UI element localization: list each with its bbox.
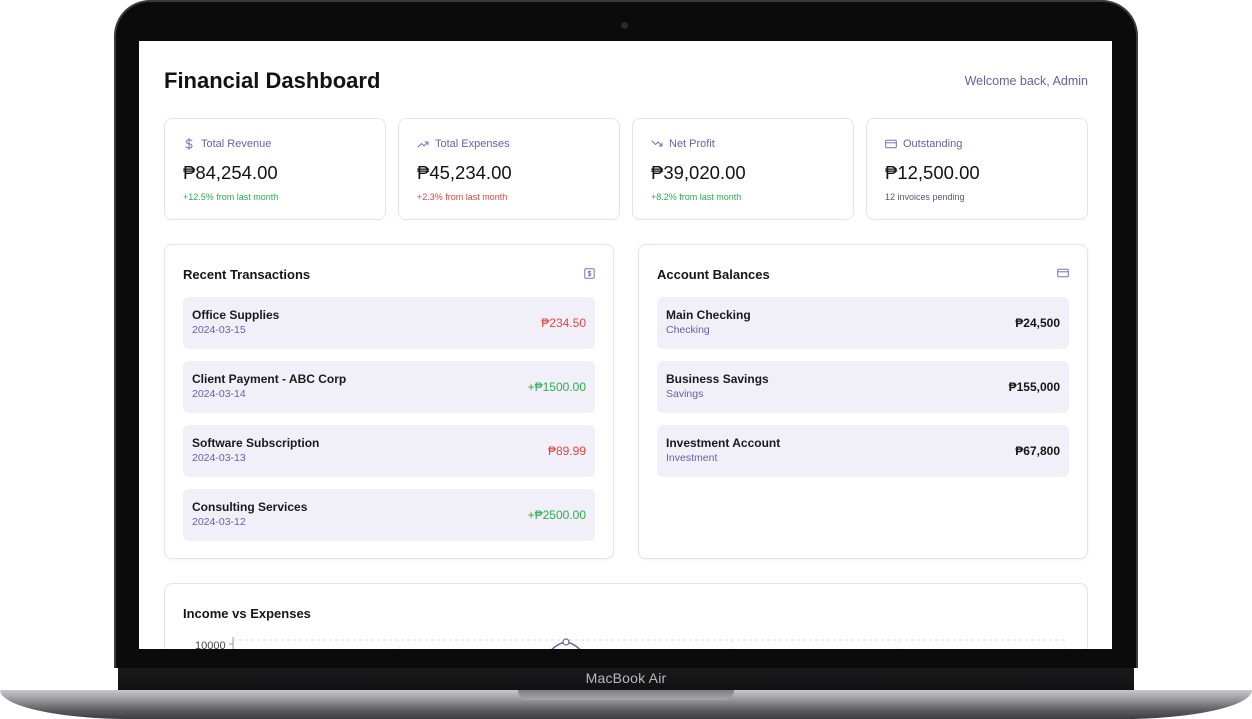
account-name: Investment Account: [666, 436, 781, 450]
transaction-date: 2024-03-13: [192, 452, 246, 464]
trending-up-icon: [417, 139, 429, 149]
account-row[interactable]: Investment Account Investment ₱67,800: [657, 425, 1069, 477]
panel-title: Recent Transactions: [183, 267, 311, 282]
camera-dot: [621, 22, 628, 29]
stat-header: Outstanding: [885, 137, 1069, 151]
account-type: Savings: [666, 388, 704, 400]
income-expenses-chart: 10000: [195, 637, 1066, 649]
stat-header: Total Revenue: [183, 137, 367, 151]
stat-note: +8.2% from last month: [651, 192, 742, 202]
account-type: Investment: [666, 452, 718, 464]
receipt-icon[interactable]: [583, 267, 595, 279]
stat-card-total-revenue[interactable]: Total Revenue ₱84,254.00 +12.5% from las…: [164, 118, 386, 220]
income-data-point: [562, 638, 570, 646]
stat-card-total-expenses[interactable]: Total Expenses ₱45,234.00 +2.3% from las…: [398, 118, 620, 220]
transaction-name: Software Subscription: [192, 436, 320, 450]
screen: Financial Dashboard Welcome back, Admin …: [139, 41, 1112, 649]
transaction-row[interactable]: Office Supplies 2024-03-15 ₱234.50: [183, 297, 595, 349]
account-name: Main Checking: [666, 308, 751, 322]
account-type: Checking: [666, 324, 710, 336]
transaction-name: Office Supplies: [192, 308, 280, 322]
y-tick-label: 10000: [195, 640, 226, 649]
transaction-row[interactable]: Client Payment - ABC Corp 2024-03-14 +₱1…: [183, 361, 595, 413]
device-label: MacBook Air: [585, 670, 667, 686]
account-name: Business Savings: [666, 372, 769, 386]
dollar-icon: [183, 138, 195, 150]
stat-label: Outstanding: [903, 138, 963, 150]
stat-note: 12 invoices pending: [885, 192, 965, 202]
transaction-row[interactable]: Software Subscription 2024-03-13 ₱89.99: [183, 425, 595, 477]
stat-card-net-profit[interactable]: Net Profit ₱39,020.00 +8.2% from last mo…: [632, 118, 854, 220]
credit-card-icon: [885, 139, 897, 149]
welcome-text: Welcome back, Admin: [964, 74, 1088, 88]
stat-label: Total Revenue: [201, 138, 272, 150]
account-row[interactable]: Business Savings Savings ₱155,000: [657, 361, 1069, 413]
income-expenses-chart-card: Income vs Expenses 10000: [164, 583, 1088, 649]
laptop-notch: [518, 690, 734, 700]
account-row[interactable]: Main Checking Checking ₱24,500: [657, 297, 1069, 349]
stat-label: Total Expenses: [435, 138, 510, 150]
account-balance: ₱155,000: [1008, 380, 1060, 394]
account-balances-panel: Account Balances Main Checking Checking …: [638, 244, 1088, 559]
stat-note: +2.3% from last month: [417, 192, 508, 202]
transaction-row[interactable]: Consulting Services 2024-03-12 +₱2500.00: [183, 489, 595, 541]
trending-down-icon: [651, 139, 663, 149]
page-title: Financial Dashboard: [164, 68, 381, 93]
recent-transactions-panel: Recent Transactions Office Supplies 2024…: [164, 244, 614, 559]
stat-value: ₱45,234.00: [417, 162, 512, 183]
account-balance: ₱24,500: [1015, 316, 1060, 330]
header: Financial Dashboard Welcome back, Admin: [164, 68, 1088, 98]
panel-title: Account Balances: [657, 267, 770, 282]
stat-header: Net Profit: [651, 137, 835, 151]
stat-card-outstanding[interactable]: Outstanding ₱12,500.00 12 invoices pendi…: [866, 118, 1088, 220]
transaction-amount: ₱234.50: [541, 316, 586, 330]
stat-value: ₱39,020.00: [651, 162, 746, 183]
stat-value: ₱12,500.00: [885, 162, 980, 183]
transaction-amount: +₱1500.00: [527, 380, 586, 394]
transaction-amount: +₱2500.00: [527, 508, 586, 522]
stat-note: +12.5% from last month: [183, 192, 279, 202]
account-balance: ₱67,800: [1015, 444, 1060, 458]
transaction-date: 2024-03-15: [192, 324, 246, 336]
stat-header: Total Expenses: [417, 137, 601, 151]
stat-label: Net Profit: [669, 138, 715, 150]
credit-card-icon[interactable]: [1057, 267, 1069, 279]
transaction-amount: ₱89.99: [547, 444, 586, 458]
stat-value: ₱84,254.00: [183, 162, 278, 183]
